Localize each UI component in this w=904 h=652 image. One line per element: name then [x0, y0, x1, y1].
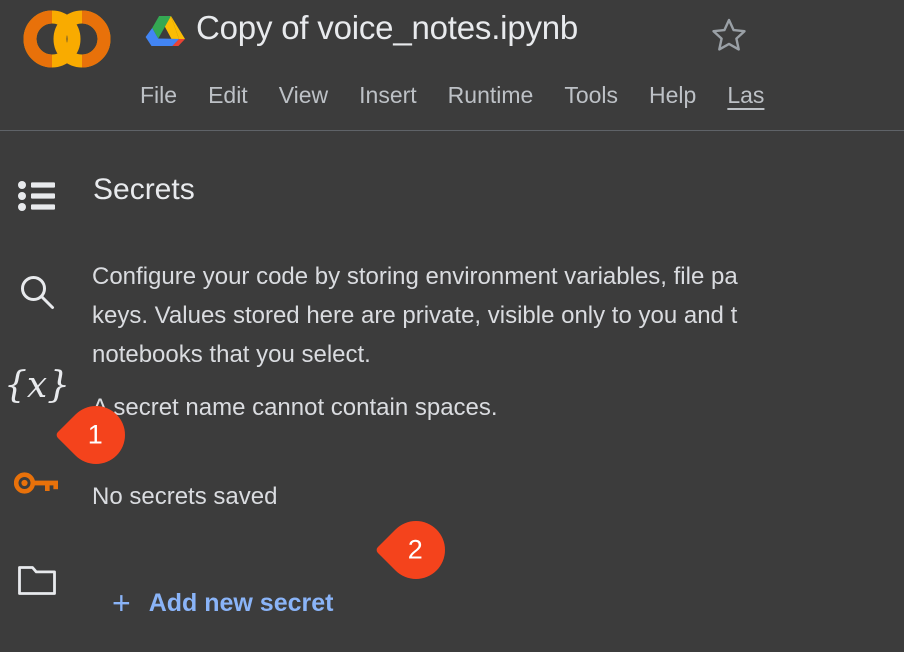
colab-window: Copy of voice_notes.ipynb File Edit View…: [0, 0, 904, 652]
add-new-secret-label: Add new secret: [148, 588, 334, 617]
add-new-secret-button[interactable]: + Add new secret: [112, 587, 333, 619]
empty-state-text: No secrets saved: [92, 483, 278, 510]
menu-item-insert[interactable]: Insert: [359, 76, 417, 114]
sidebar-item-secrets[interactable]: [8, 454, 66, 512]
page-title: Secrets: [93, 173, 195, 206]
notebook-title[interactable]: Copy of voice_notes.ipynb: [196, 9, 578, 47]
description-line-3: notebooks that you select.: [92, 341, 371, 368]
key-icon: [14, 472, 58, 494]
sidebar-item-table-of-contents[interactable]: [8, 167, 66, 225]
annotation-badge-1-label: 1: [88, 419, 104, 450]
sidebar-item-find-and-replace[interactable]: [8, 263, 66, 321]
menu-item-tools[interactable]: Tools: [564, 76, 618, 114]
description-line-1: Configure your code by storing environme…: [92, 263, 738, 290]
star-outline-icon[interactable]: [710, 16, 748, 54]
menu-item-help[interactable]: Help: [649, 76, 696, 114]
description-line-2: keys. Values stored here are private, vi…: [92, 302, 738, 329]
plus-icon: +: [112, 585, 131, 621]
sidebar-item-files[interactable]: [8, 550, 66, 608]
annotation-badge-2-label: 2: [408, 534, 424, 565]
folder-icon: [18, 566, 56, 595]
list-icon: [18, 181, 55, 211]
sidebar-rail: {x}: [0, 132, 76, 652]
colab-logo[interactable]: [22, 10, 112, 68]
menu-item-view[interactable]: View: [279, 76, 328, 114]
sidebar-item-variables[interactable]: {x}: [4, 357, 70, 415]
secrets-description: Configure your code by storing environme…: [92, 257, 904, 374]
last-saved-link[interactable]: Las: [727, 76, 764, 114]
menu-item-runtime[interactable]: Runtime: [448, 76, 534, 114]
menu-bar: File Edit View Insert Runtime Tools Help…: [140, 76, 764, 114]
search-icon: [21, 276, 54, 309]
app-header: Copy of voice_notes.ipynb File Edit View…: [0, 0, 904, 131]
google-drive-icon: [145, 13, 185, 49]
menu-item-edit[interactable]: Edit: [208, 76, 248, 114]
secret-name-hint: A secret name cannot contain spaces.: [92, 394, 498, 421]
menu-item-file[interactable]: File: [140, 76, 177, 114]
secrets-panel: Secrets Configure your code by storing e…: [76, 132, 904, 652]
variables-braces-icon: {x}: [3, 365, 71, 406]
